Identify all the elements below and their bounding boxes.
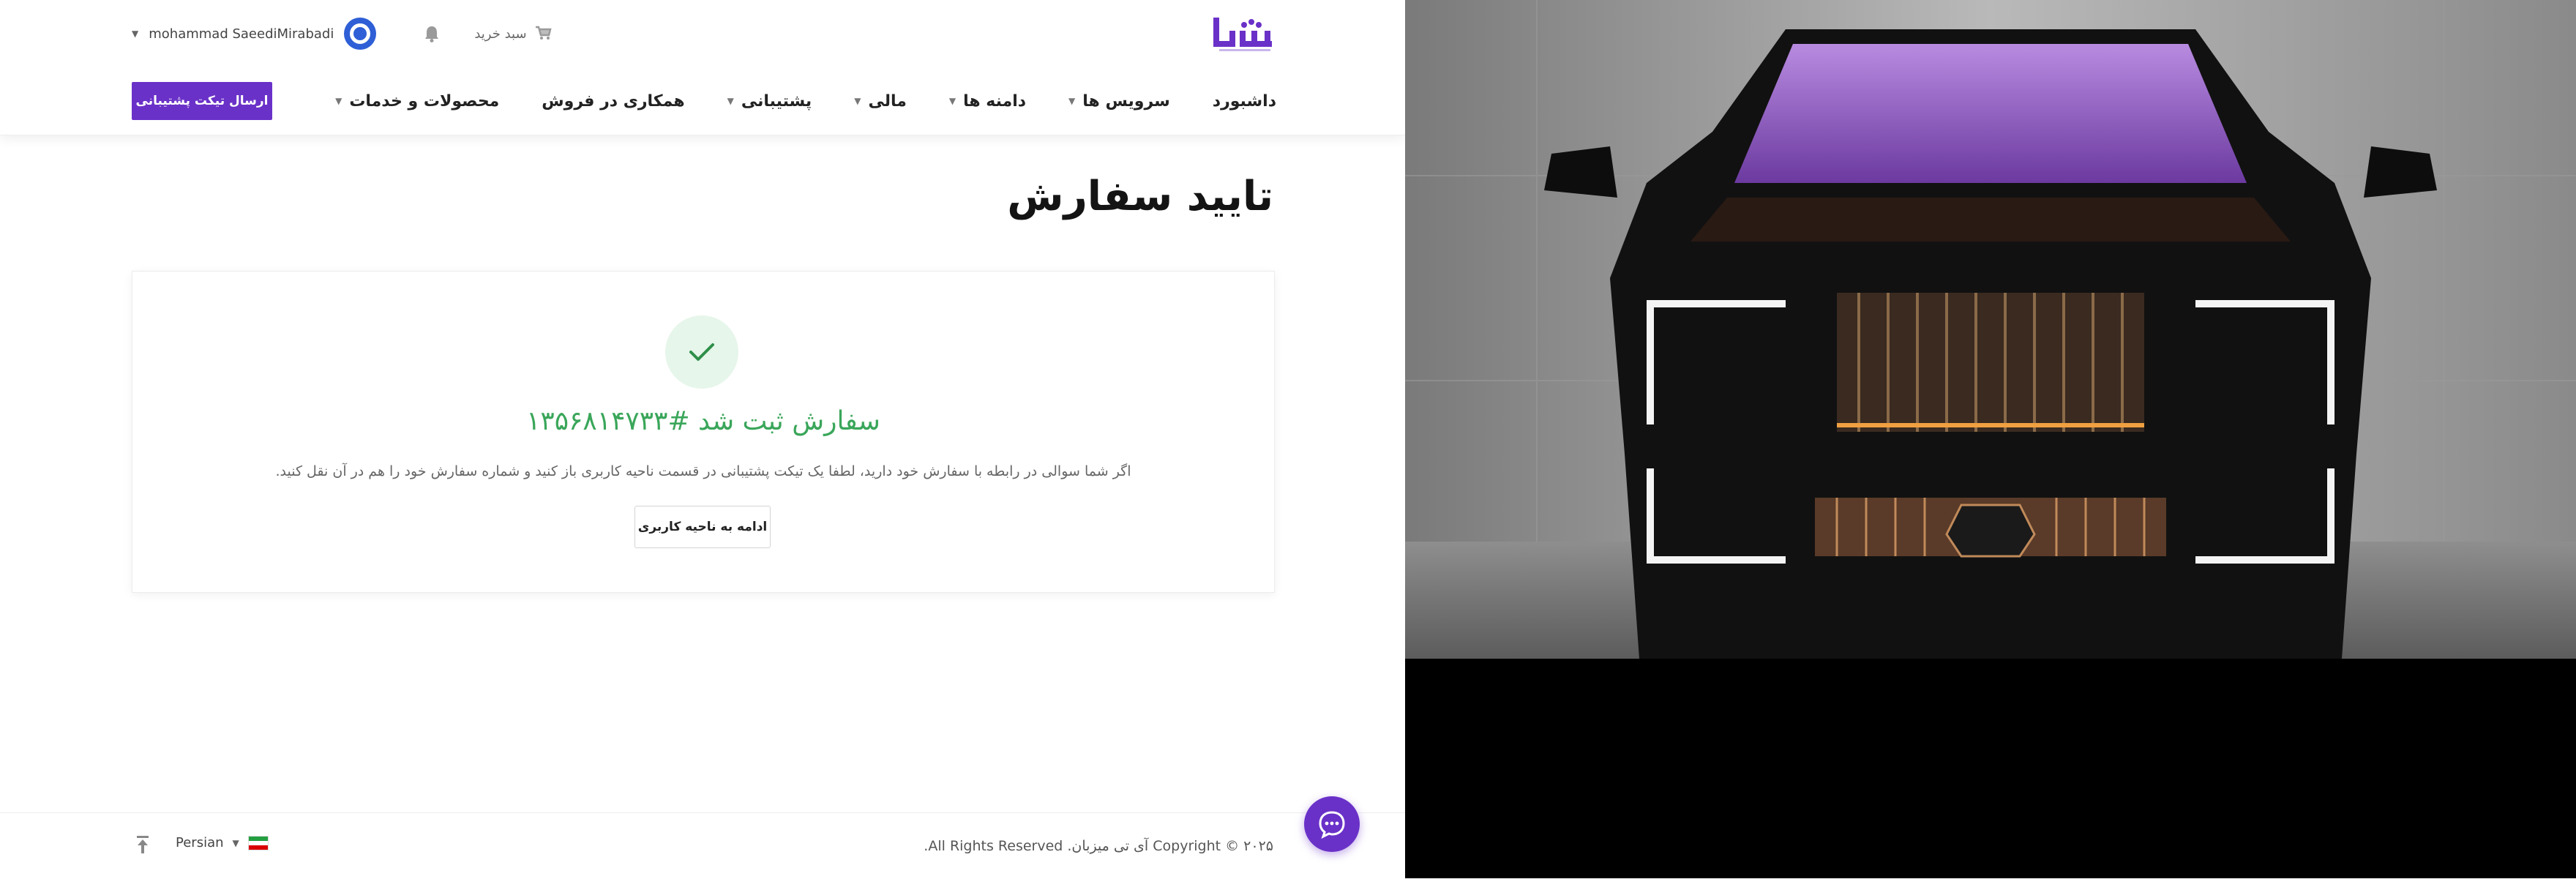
- bell-icon[interactable]: [422, 23, 442, 44]
- avatar-icon[interactable]: [344, 18, 377, 50]
- nav-label: سرویس ها: [1082, 91, 1170, 111]
- nav-item-billing[interactable]: مالی ▼: [854, 92, 907, 111]
- check-icon: [665, 315, 738, 389]
- chevron-down-icon: ▼: [335, 96, 342, 106]
- chevron-down-icon: ▼: [854, 96, 861, 106]
- nav-item-domains[interactable]: دامنه ها ▼: [949, 92, 1026, 111]
- nav-item-affiliates[interactable]: همکاری در فروش: [542, 92, 684, 111]
- chevron-down-icon: ▼: [232, 837, 239, 848]
- language-label: Persian: [176, 835, 224, 850]
- scroll-top-icon[interactable]: [132, 832, 154, 857]
- page-title: تایید سفارش: [1007, 173, 1273, 220]
- car-photo: [1405, 0, 2576, 659]
- logo-icon[interactable]: [1212, 15, 1275, 53]
- user-area: ▼ mohammad SaeediMirabadi سبد خرید: [132, 18, 552, 50]
- cart-link[interactable]: سبد خرید: [474, 24, 552, 43]
- iran-flag-icon: [247, 835, 269, 850]
- chevron-down-icon: ▼: [948, 96, 956, 106]
- chevron-down-icon: ▼: [727, 96, 734, 106]
- nav-item-dashboard[interactable]: داشبورد: [1213, 92, 1276, 111]
- order-confirmation-card: سفارش ثبت شد #۱۳۵۶۸۱۴۷۳۳ اگر شما سوالی د…: [132, 271, 1275, 593]
- nav-item-support[interactable]: پشتیبانی ▼: [727, 92, 812, 111]
- order-success-description: اگر شما سوالی در رابطه با سفارش خود داری…: [275, 463, 1131, 479]
- chevron-down-icon: ▼: [1068, 96, 1076, 106]
- main-page: ▼ mohammad SaeediMirabadi سبد خرید داشبو…: [0, 0, 1405, 879]
- nav-label: دامنه ها: [963, 91, 1027, 111]
- order-success-title: سفارش ثبت شد #۱۳۵۶۸۱۴۷۳۳: [526, 406, 880, 436]
- nav-label: همکاری در فروش: [542, 91, 685, 111]
- nav-label: داشبورد: [1212, 91, 1276, 111]
- promo-image-panel: [1405, 0, 2576, 878]
- user-menu-caret-icon[interactable]: ▼: [132, 29, 138, 39]
- nav-label: مالی: [868, 91, 907, 111]
- cart-label: سبد خرید: [474, 26, 527, 42]
- nav-item-products[interactable]: محصولات و خدمات ▼: [335, 92, 499, 111]
- copyright-text: Copyright © ۲۰۲۵ آی تی میزبان. All Right…: [924, 838, 1273, 854]
- nav-label: پشتیبانی: [741, 91, 812, 111]
- chat-icon[interactable]: [1304, 796, 1360, 852]
- open-ticket-button[interactable]: ارسال تیکت پشتیبانی: [132, 82, 272, 120]
- footer: Persian ▼ Copyright © ۲۰۲۵ آی تی میزبان.…: [0, 812, 1405, 879]
- nav-item-services[interactable]: سرویس ها ▼: [1068, 92, 1170, 111]
- continue-to-client-area-button[interactable]: ادامه به ناحیه کاربری: [634, 506, 771, 548]
- language-selector[interactable]: Persian ▼: [176, 835, 269, 850]
- main-nav: داشبورد سرویس ها ▼ دامنه ها ▼ مالی ▼ پشت…: [132, 81, 1276, 121]
- nav-label: محصولات و خدمات: [349, 91, 500, 111]
- cart-icon: [534, 24, 552, 43]
- user-name[interactable]: mohammad SaeediMirabadi: [149, 26, 334, 42]
